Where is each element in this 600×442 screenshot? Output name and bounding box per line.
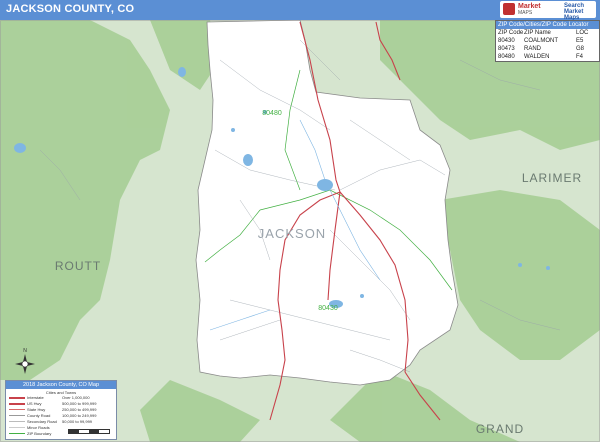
neighbor-label-grand: GRAND	[476, 422, 524, 436]
zip-cell-name: COALMONT	[524, 38, 559, 44]
zip-label-80480: 80480	[262, 110, 282, 117]
header-bar: JACKSON COUNTY, CO Market MAPS Search Ma…	[0, 0, 600, 21]
county-map[interactable]: JACKSON LARIMER ROUTT GRAND 80480 80430 …	[0, 20, 600, 442]
legend-title: 2018 Jackson County, CO Map	[6, 381, 116, 389]
neighbor-label-routt: ROUTT	[55, 259, 101, 273]
zip-table-title: ZIP Code/Cities/ZIP Code Locator	[496, 21, 599, 29]
zip-table-header-name: ZIP Name	[524, 30, 551, 36]
zip-table-row[interactable]: 80473 RAND G8	[496, 45, 599, 53]
zip-table-row[interactable]: 80480 WALDEN F4	[496, 53, 599, 61]
map-legend: 2018 Jackson County, CO Map Cities and T…	[5, 380, 117, 440]
zip-cell-loc: G8	[576, 46, 585, 52]
legend-left-column: Interstate US Hwy State Hwy County Road …	[9, 395, 57, 437]
zip-table-header-loc: LOC	[576, 30, 589, 36]
zip-code-table: ZIP Code/Cities/ZIP Code Locator ZIP Cod…	[495, 20, 600, 62]
zip-cell-name: WALDEN	[524, 54, 550, 60]
legend-right-column: Over 1,000,000 500,000 to 999,999 250,00…	[62, 395, 96, 425]
zip-table-header-row: ZIP Code ZIP Name LOC	[496, 29, 599, 37]
scale-bar	[68, 429, 110, 434]
zip-cell-code: 80430	[498, 38, 515, 44]
zip-label-80430: 80430	[318, 305, 338, 312]
zip-cell-loc: F4	[576, 54, 584, 60]
compass-label: N	[23, 348, 27, 354]
market-maps-logo[interactable]: Market MAPS Search Market Maps	[500, 1, 596, 21]
logo-text: Market	[518, 3, 541, 10]
neighbor-label-larimer: LARIMER	[522, 171, 582, 185]
logo-subtext: MAPS	[518, 10, 533, 16]
zip-table-header-zip: ZIP Code	[498, 30, 524, 36]
zip-cell-name: RAND	[524, 46, 542, 52]
zip-cell-code: 80480	[498, 54, 515, 60]
logo-search-text: Search Market Maps	[564, 3, 585, 21]
logo-badge-icon	[503, 3, 515, 15]
zip-cell-loc: E5	[576, 38, 584, 44]
page-title: JACKSON COUNTY, CO	[6, 3, 135, 15]
county-label: JACKSON	[258, 226, 326, 241]
map-page: JACKSON COUNTY, CO Market MAPS Search Ma…	[0, 0, 600, 442]
legend-item: 50,000 to 99,999	[62, 419, 93, 424]
zip-cell-code: 80473	[498, 46, 515, 52]
zip-table-row[interactable]: 80430 COALMONT E5	[496, 37, 599, 45]
legend-item: ZIP Boundary	[9, 431, 57, 437]
